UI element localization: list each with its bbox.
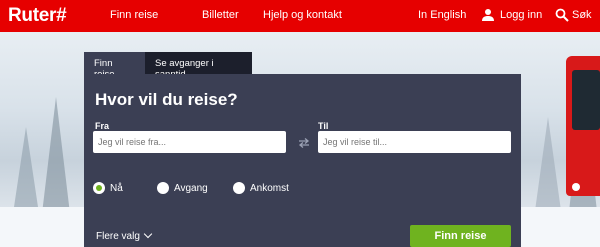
from-input[interactable] — [93, 131, 286, 153]
radio-naa-label[interactable]: Nå — [110, 183, 123, 194]
nav-finn-reise[interactable]: Finn reise — [110, 9, 158, 21]
language-link[interactable]: In English — [418, 9, 466, 21]
radio-naa[interactable] — [93, 182, 105, 194]
to-input[interactable] — [318, 131, 511, 153]
nav-billetter[interactable]: Billetter — [202, 9, 239, 21]
radio-ankomst-label[interactable]: Ankomst — [250, 183, 289, 194]
from-label: Fra — [95, 121, 110, 131]
radio-avgang-label[interactable]: Avgang — [174, 183, 208, 194]
nav-hjelp-og-kontakt[interactable]: Hjelp og kontakt — [263, 9, 342, 21]
login-link[interactable]: Logg inn — [500, 9, 542, 21]
more-options-label: Flere valg — [96, 231, 140, 242]
search-icon[interactable] — [555, 8, 569, 22]
ruter-logo[interactable]: Ruter# — [8, 5, 67, 27]
to-label: Til — [318, 121, 329, 131]
radio-avgang[interactable] — [157, 182, 169, 194]
top-header: Ruter# Finn reise Billetter Hjelp og kon… — [0, 0, 600, 32]
search-link[interactable]: Søk — [572, 9, 592, 21]
swap-icon[interactable] — [298, 137, 310, 149]
find-journey-button[interactable]: Finn reise — [410, 225, 511, 247]
radio-ankomst[interactable] — [233, 182, 245, 194]
tab-se-avganger[interactable]: Se avganger i sanntid — [145, 52, 252, 80]
more-options-toggle[interactable]: Flere valg — [96, 229, 153, 242]
planner-title: Hvor vil du reise? — [95, 90, 238, 109]
user-icon[interactable] — [481, 8, 495, 22]
bus-window — [572, 70, 600, 130]
bus-light — [572, 183, 580, 191]
tab-finn-reise[interactable]: Finn reise — [84, 52, 145, 80]
chevron-down-icon — [143, 229, 153, 239]
